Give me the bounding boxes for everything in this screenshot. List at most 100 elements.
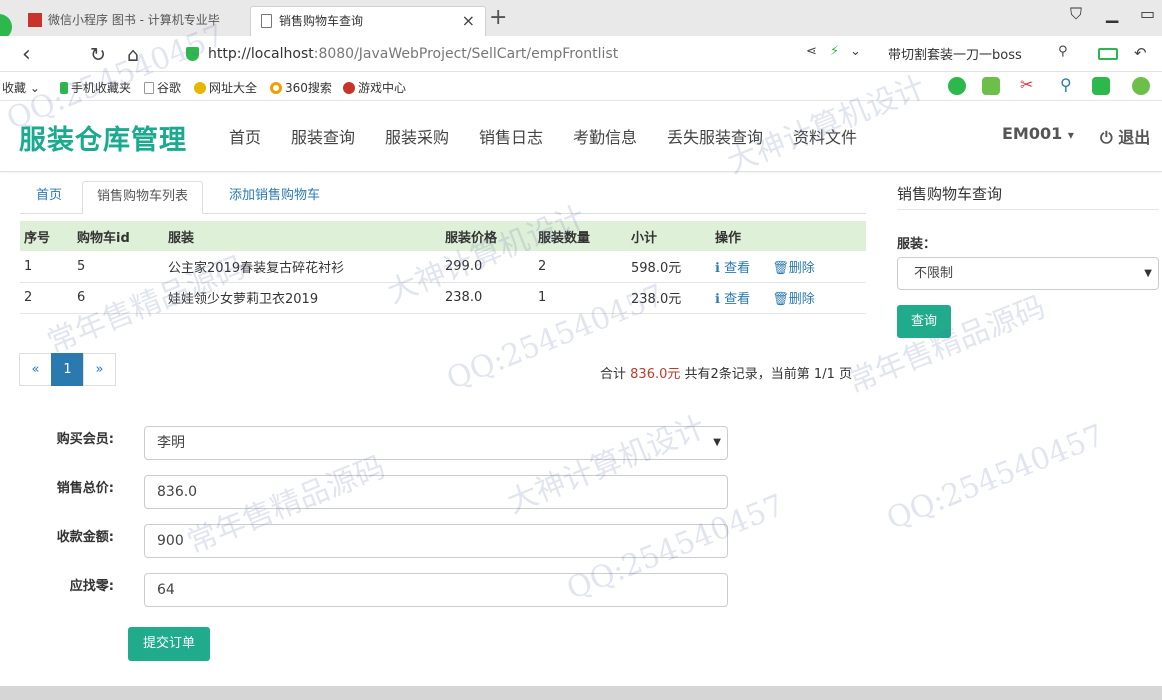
cart-table: 序号 购物车id 服装 服装价格 服装数量 小计 操作 1 5 公主家2019春…: [20, 221, 866, 314]
cell-price: 299.0: [441, 251, 534, 283]
tab-add-cart[interactable]: 添加销售购物车: [229, 181, 320, 214]
total-amount: 836.0元: [630, 367, 681, 382]
search-icon[interactable]: ⚲: [1058, 44, 1068, 59]
cell-subtotal: 598.0元: [627, 251, 711, 283]
trash-icon: 🗑: [772, 260, 789, 276]
cell-no: 2: [20, 282, 73, 314]
cell-qty: 2: [534, 251, 627, 283]
watermark-text: 常年售精品源码: [842, 289, 1051, 401]
page-1-button[interactable]: 1: [51, 353, 84, 386]
tab-home[interactable]: 首页: [36, 181, 62, 214]
back-icon[interactable]: ‹: [22, 42, 31, 67]
total-price-field[interactable]: 836.0: [144, 475, 728, 509]
bookmark-360[interactable]: 360搜索: [270, 79, 332, 96]
nav-clothing-purchase[interactable]: 服装采购: [385, 124, 449, 148]
nav-lost-clothing[interactable]: 丢失服装查询: [667, 124, 763, 148]
nav-home[interactable]: 首页: [229, 124, 261, 148]
new-tab-button[interactable]: +: [489, 5, 507, 30]
member-select[interactable]: 李明 ▼: [144, 426, 728, 460]
chat-icon[interactable]: [948, 77, 966, 95]
nav-clothing-query[interactable]: 服装查询: [291, 124, 355, 148]
browser-tab-title: 销售购物车查询: [279, 14, 364, 28]
info-icon: ℹ: [715, 260, 720, 276]
search-field[interactable]: 带切割套装一刀一boss: [888, 44, 1022, 63]
clothing-filter-select[interactable]: 不限制 ▼: [897, 257, 1159, 290]
home-icon[interactable]: ⌂: [127, 44, 139, 66]
address-bar: ‹ ↻ ⌂ http://localhost:8080/JavaWebProje…: [0, 36, 1162, 72]
cell-no: 1: [20, 251, 73, 283]
bookmark-favorites[interactable]: 收藏 ⌄: [2, 79, 40, 96]
view-link[interactable]: ℹ 查看: [715, 261, 750, 276]
query-button[interactable]: 查询: [897, 305, 951, 338]
divider: [897, 209, 1159, 210]
brand-title[interactable]: 服装仓库管理: [19, 118, 187, 157]
cell-id: 5: [73, 251, 164, 283]
share-icon[interactable]: ⋖: [806, 44, 817, 59]
cell-item: 娃娃领少女萝莉卫衣2019: [164, 282, 441, 314]
view-link[interactable]: ℹ 查看: [715, 292, 750, 307]
reload-icon[interactable]: ↻: [90, 44, 106, 66]
browser-tab-1[interactable]: 微信小程序 图书 - 计算机专业毕: [20, 6, 250, 36]
col-qty: 服装数量: [534, 221, 627, 251]
window-icon[interactable]: ▭: [1140, 4, 1155, 23]
caret-down-icon: ▼: [713, 437, 721, 448]
bottom-bar: [0, 686, 1162, 700]
change-label: 应找零:: [69, 579, 114, 594]
delete-link[interactable]: 🗑删除: [772, 292, 815, 307]
bookmark-mobile[interactable]: 手机收藏夹: [60, 79, 131, 96]
col-item: 服装: [164, 221, 441, 251]
clothing-filter-label: 服装：: [897, 237, 937, 252]
total-price-label: 销售总价:: [56, 481, 114, 496]
cell-qty: 1: [534, 282, 627, 314]
browser-tab-title: 微信小程序 图书 - 计算机专业毕: [48, 13, 220, 27]
nav-attendance[interactable]: 考勤信息: [573, 124, 637, 148]
chevron-down-icon: ▾: [1067, 128, 1074, 142]
logout-button[interactable]: ⏻ 退出: [1100, 124, 1150, 148]
next-page-button[interactable]: »: [83, 353, 116, 386]
change-field[interactable]: 64: [144, 573, 728, 607]
page-icon: [261, 14, 272, 28]
user-menu[interactable]: EM001 ▾: [1002, 124, 1074, 143]
chevron-down-icon[interactable]: ⌄: [850, 44, 861, 59]
col-no: 序号: [20, 221, 73, 251]
nav-sales-log[interactable]: 销售日志: [479, 124, 543, 148]
paid-amount-field[interactable]: 900: [144, 524, 728, 558]
browser-tab-bar: 微信小程序 图书 - 计算机专业毕 销售购物车查询 × + ⛉ ▁ ▭: [0, 0, 1162, 40]
bookmark-google[interactable]: 谷歌: [144, 79, 181, 96]
col-cart-id: 购物车id: [73, 221, 164, 251]
table-row: 2 6 娃娃领少女萝莉卫衣2019 238.0 1 238.0元 ℹ 查看 🗑删…: [20, 282, 866, 314]
bookmark-sites[interactable]: 网址大全: [194, 79, 257, 96]
watermark-text: QQ:254540457: [881, 417, 1110, 538]
url-field[interactable]: http://localhost:8080/JavaWebProject/Sel…: [180, 42, 870, 66]
delete-link[interactable]: 🗑删除: [772, 261, 815, 276]
yen-icon[interactable]: [1132, 77, 1150, 95]
browser-tab-2[interactable]: 销售购物车查询 ×: [250, 6, 486, 36]
magnifier-icon[interactable]: ⚲: [1060, 75, 1078, 94]
bookmark-games[interactable]: 游戏中心: [343, 79, 406, 96]
lightning-icon[interactable]: ⚡: [830, 44, 839, 59]
member-label: 购买会员:: [56, 432, 114, 447]
cell-actions: ℹ 查看 🗑删除: [711, 251, 866, 283]
submit-order-button[interactable]: 提交订单: [128, 627, 210, 661]
scissors-icon[interactable]: ✂: [1020, 75, 1038, 94]
battery-icon[interactable]: [1098, 48, 1118, 60]
shirt-icon[interactable]: ⛉: [1070, 4, 1082, 24]
content-tabs: 首页 销售购物车列表 添加销售购物车: [20, 181, 866, 214]
tab-cart-list[interactable]: 销售购物车列表: [82, 181, 204, 214]
app-header: 服装仓库管理 首页 服装查询 服装采购 销售日志 考勤信息 丢失服装查询 资料文…: [0, 102, 1162, 172]
cell-actions: ℹ 查看 🗑删除: [711, 282, 866, 314]
game-icon[interactable]: [1092, 77, 1110, 95]
secure-shield-icon: [186, 47, 199, 61]
nav-documents[interactable]: 资料文件: [793, 124, 857, 148]
undo-icon[interactable]: ↶: [1134, 44, 1147, 62]
extension-icon[interactable]: [982, 77, 1000, 95]
bookmarks-bar: 收藏 ⌄ 手机收藏夹 谷歌 网址大全 360搜索 游戏中心 ✂ ⚲: [0, 73, 1162, 101]
caret-down-icon: ▼: [1144, 268, 1152, 279]
col-actions: 操作: [711, 221, 866, 251]
col-price: 服装价格: [441, 221, 534, 251]
minimize-icon[interactable]: ▁: [1106, 4, 1118, 23]
close-tab-icon[interactable]: ×: [462, 7, 475, 35]
table-row: 1 5 公主家2019春装复古碎花衬衫 299.0 2 598.0元 ℹ 查看 …: [20, 251, 866, 283]
prev-page-button[interactable]: «: [19, 353, 52, 386]
cell-price: 238.0: [441, 282, 534, 314]
